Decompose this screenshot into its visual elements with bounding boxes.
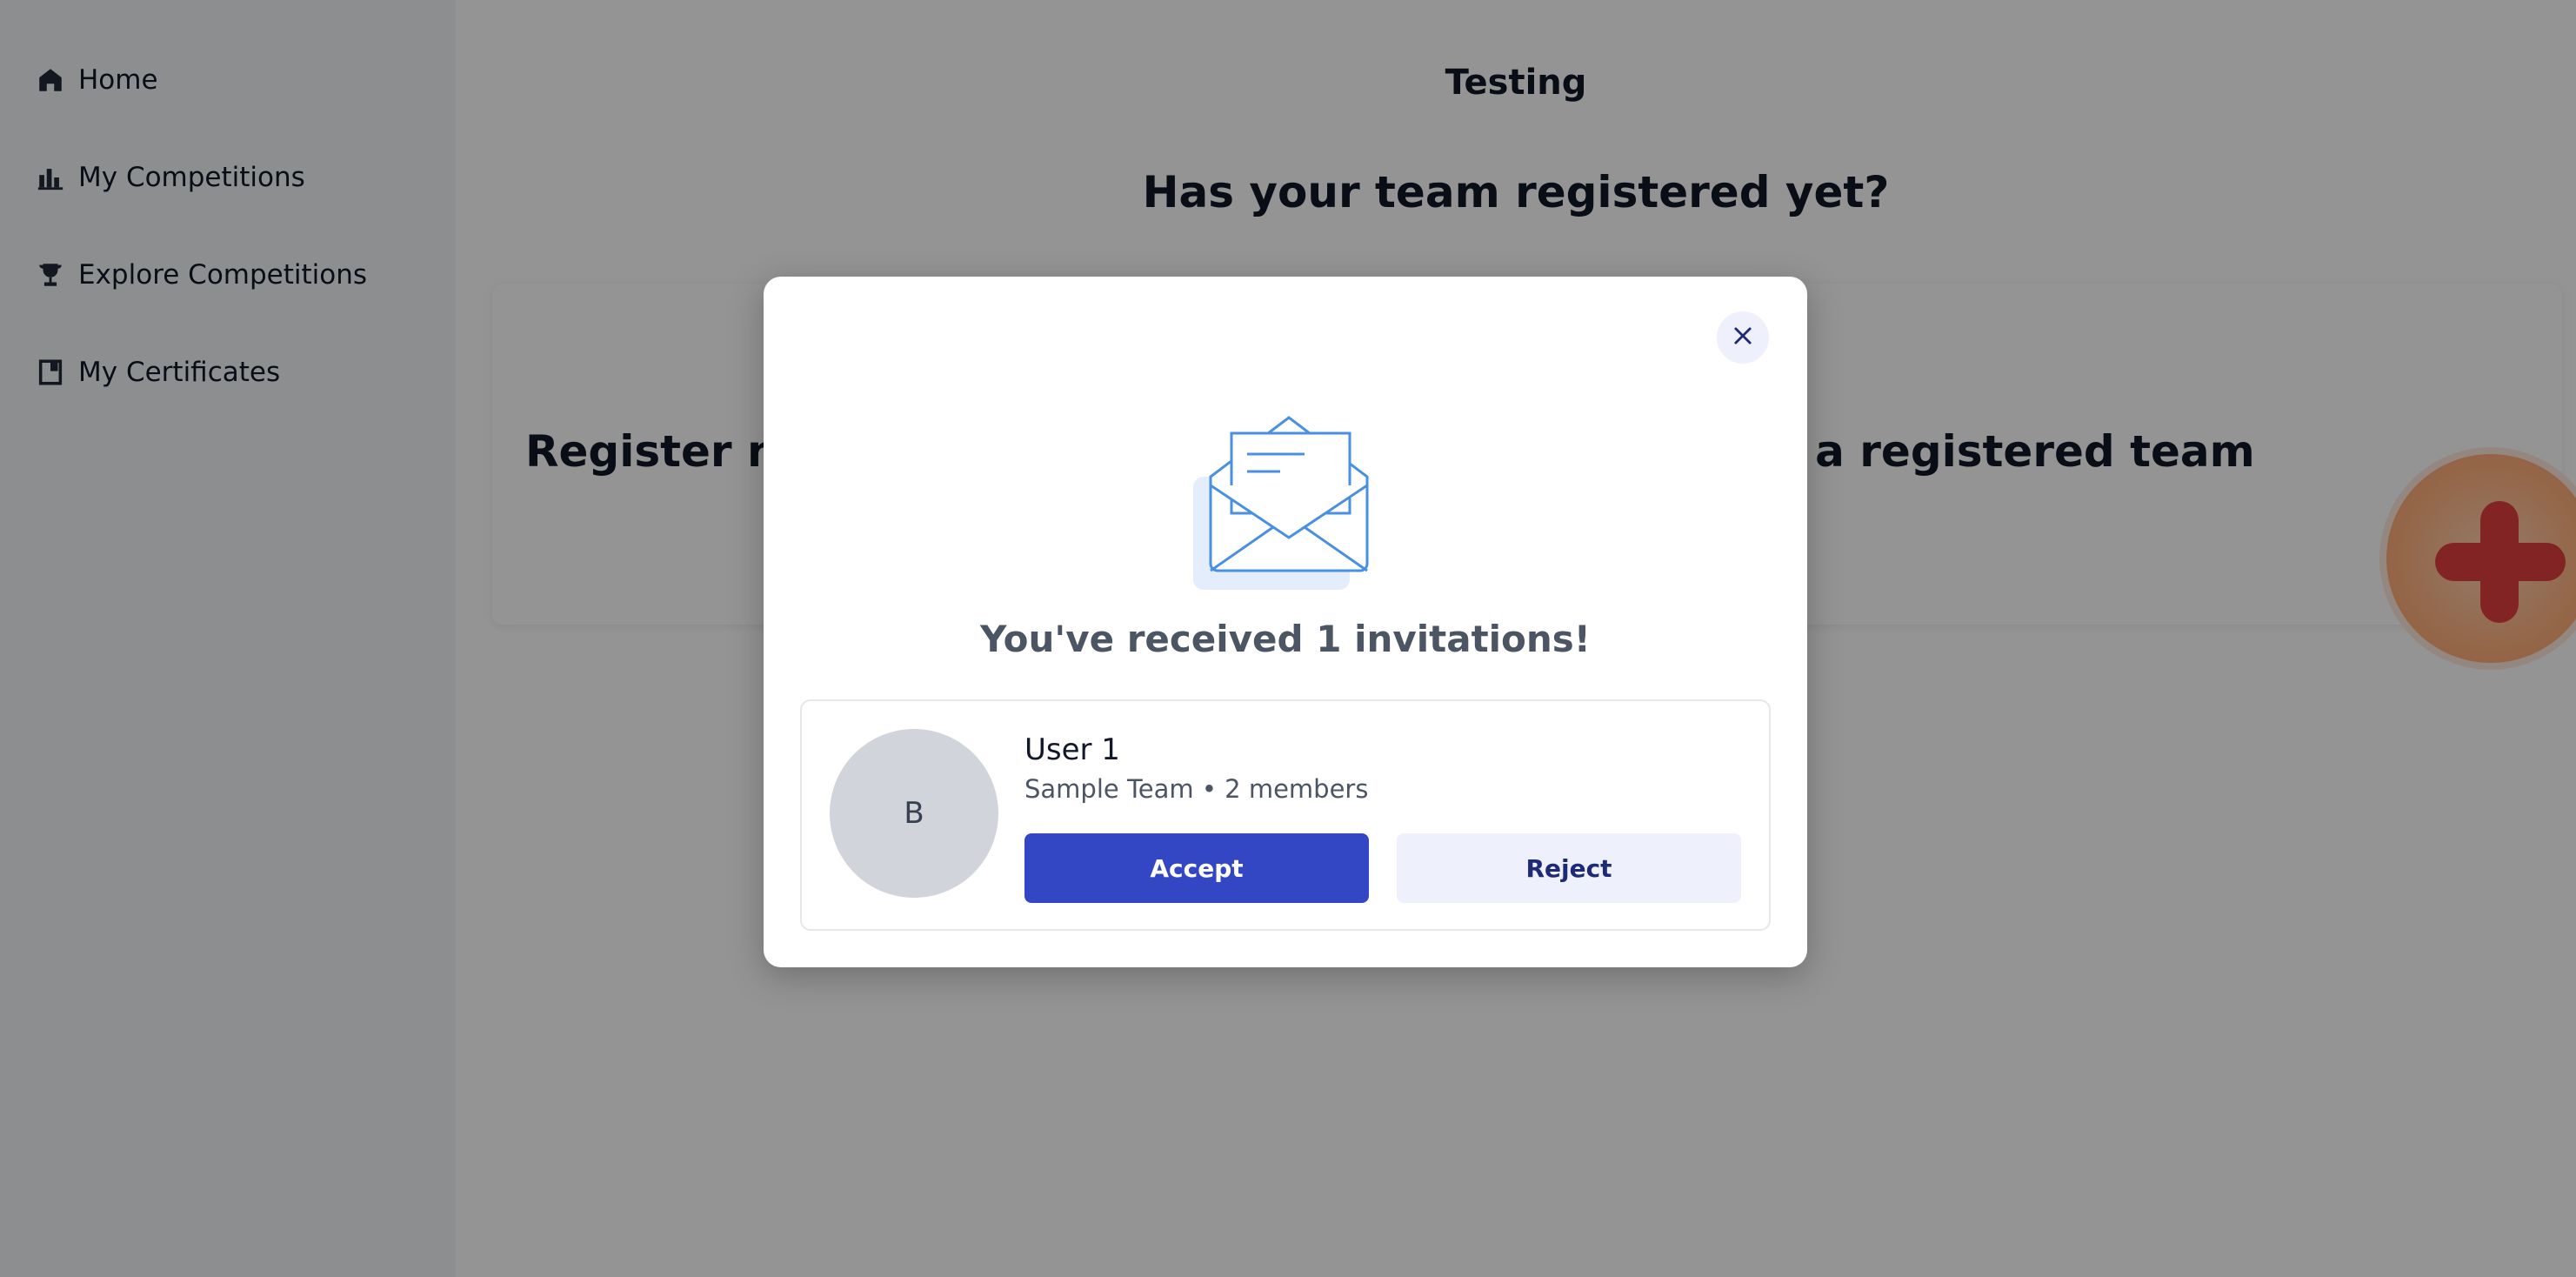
team-info: Sample Team • 2 members (1024, 774, 1369, 804)
close-button[interactable] (1717, 311, 1769, 364)
invitations-modal: You've received 1 invitations! B User 1 … (764, 277, 1807, 967)
close-icon (1731, 324, 1755, 351)
modal-title: You've received 1 invitations! (980, 618, 1591, 660)
app-root: Home My Competitions Explore Competition… (0, 0, 2576, 1277)
invitation-card: B User 1 Sample Team • 2 members Accept … (800, 699, 1771, 931)
reject-button[interactable]: Reject (1397, 833, 1741, 903)
envelope-icon (1193, 398, 1385, 590)
inviter-name: User 1 (1024, 732, 1120, 767)
accept-button[interactable]: Accept (1024, 833, 1369, 903)
avatar: B (830, 729, 998, 898)
